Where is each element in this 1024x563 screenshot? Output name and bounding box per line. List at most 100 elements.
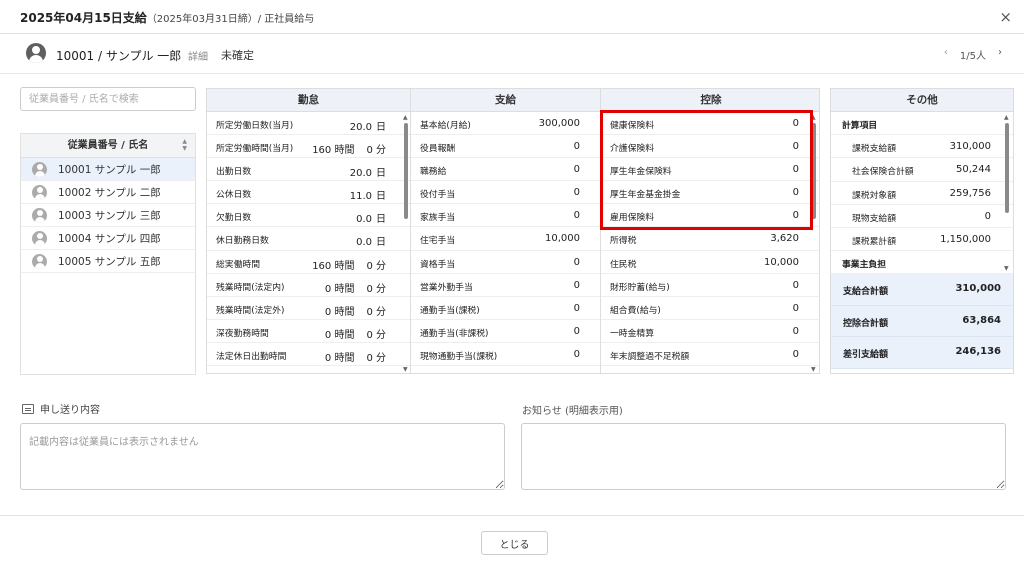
other-value: 50,244	[956, 164, 991, 176]
employee-list-label: 10002 サンプル 二郎	[58, 186, 161, 199]
employee-list-item[interactable]: 10003 サンプル 三郎	[21, 204, 195, 227]
close-button[interactable]: とじる	[481, 531, 548, 555]
sort-icon[interactable]: ▲ ▼	[182, 138, 187, 152]
deduction-row: 住民税 10,000	[601, 251, 819, 274]
deduction-row: 社宅費 0	[601, 366, 819, 373]
employee-list: 従業員番号 / 氏名 ▲ ▼ 10001 サンプル 一郎 10002 サンプル 二郎 1…	[20, 133, 196, 375]
payment-label: 役員報酬	[420, 144, 456, 155]
attendance-value-main: 11.0	[349, 191, 372, 203]
attendance-label: 公休日数	[216, 190, 252, 201]
scroll-down-icon[interactable]: ▼	[403, 366, 408, 373]
attendance-value-main: 160 時間	[312, 145, 355, 157]
attendance-value: 0 時間 0 分	[325, 326, 386, 341]
attendance-label: 所定労働時間(当月)	[216, 144, 294, 155]
payment-row: 現物通勤手当(非課税) 0	[411, 366, 600, 373]
avatar-icon	[32, 230, 47, 246]
payment-value: 300,000	[538, 118, 580, 129]
payment-value: 0	[574, 372, 580, 373]
payment-row: 役付手当 0	[411, 181, 600, 205]
deduction-row: 厚生年金保険料 0	[601, 158, 819, 182]
attendance-label: 休日勤務日数	[216, 236, 269, 247]
close-icon[interactable]: ×	[999, 8, 1012, 26]
deduction-value: 10,000	[764, 256, 799, 268]
other-row: 計算項目	[831, 112, 1013, 136]
deduction-value: 0	[792, 302, 799, 314]
attendance-scrollbar[interactable]	[404, 123, 408, 219]
deduction-label: 厚生年金基金掛金	[610, 190, 681, 201]
scroll-up-icon[interactable]: ▲	[811, 114, 816, 121]
attendance-row: 公休日数 11.0 日	[207, 181, 410, 205]
attendance-value-main: 160 時間	[312, 260, 355, 272]
attendance-value: 160 時間 0 分	[312, 257, 386, 272]
avatar-icon	[32, 161, 47, 177]
payment-label: 通勤手当(非課税)	[420, 328, 489, 339]
attendance-value-unit: 日	[376, 214, 386, 226]
chevron-right-icon[interactable]: ›	[998, 47, 1002, 62]
payment-label: 資格手当	[420, 259, 456, 270]
attendance-value: 0 時間 0 分	[325, 349, 386, 364]
payment-row: 資格手当 0	[411, 251, 600, 274]
notice-textarea[interactable]	[521, 423, 1006, 490]
memo-textarea[interactable]	[20, 423, 505, 490]
employee-list-item[interactable]: 10001 サンプル 一郎	[21, 158, 195, 181]
payment-label: 職務給	[420, 167, 447, 178]
payment-row: 役員報酬 0	[411, 135, 600, 159]
attendance-value-main: 0.0	[356, 237, 372, 249]
attendance-value: 0 時間 0 分	[325, 303, 386, 318]
deduction-label: 介護保険料	[610, 144, 654, 155]
other-label: 現物支給額	[852, 213, 896, 224]
detail-link[interactable]: 詳細	[188, 48, 208, 63]
other-column: その他 計算項目 課税支給額 310,000 社会保険合計額 50,244 課税対象額 25…	[830, 88, 1014, 374]
deduction-label: 組合費(給与)	[610, 305, 661, 316]
attendance-value-main: 20.0	[349, 122, 372, 133]
payment-label: 営業外勤手当	[420, 282, 473, 293]
payment-value: 0	[573, 325, 580, 337]
employee-list-item[interactable]: 10005 サンプル 五郎	[21, 250, 195, 273]
deduction-row: 介護保険料 0	[601, 135, 819, 159]
search-input[interactable]	[20, 87, 196, 111]
chevron-left-icon[interactable]: ‹	[944, 47, 948, 62]
attendance-row: 総実働時間 160 時間 0 分	[207, 251, 410, 274]
attendance-label: 遅刻時間	[216, 372, 251, 373]
attendance-value-unit: 0 分	[366, 329, 386, 341]
attendance-row: 休日勤務日数 0.0 日	[207, 227, 410, 251]
deduction-value: 0	[792, 279, 799, 291]
attendance-value-main: 0 時間	[324, 352, 355, 364]
other-label: 課税支給額	[852, 144, 896, 155]
deduction-label: 年末調整過不足税額	[610, 351, 690, 362]
memo-label: 申し送り内容	[22, 401, 100, 416]
deduction-label: 社宅費	[610, 372, 636, 373]
other-label: 課税対象額	[852, 190, 896, 201]
deduction-scrollbar[interactable]	[812, 123, 816, 219]
attendance-value: 0 時間 0 分	[325, 280, 386, 295]
avatar-icon	[32, 184, 47, 200]
attendance-label: 出勤日数	[216, 167, 252, 178]
other-value: 259,756	[949, 187, 991, 199]
deduction-row: 財形貯蓄(給与) 0	[601, 274, 819, 297]
scroll-up-icon[interactable]: ▲	[403, 114, 408, 121]
other-scrollbar[interactable]	[1005, 123, 1009, 213]
dialog-header: 2025年04月15日支給（2025年03月31日締）/ 正社員給与 ×	[0, 0, 1024, 34]
employee-list-item[interactable]: 10002 サンプル 二郎	[21, 181, 195, 204]
deduction-value: 0	[792, 118, 799, 129]
payment-value: 10,000	[545, 233, 580, 245]
other-label: 計算項目	[842, 121, 878, 131]
payment-row: 通勤手当(課税) 0	[411, 297, 600, 320]
avatar-icon	[32, 207, 47, 223]
comment-icon	[22, 403, 34, 414]
scroll-down-icon[interactable]: ▼	[811, 366, 816, 373]
deduction-column: 控除 健康保険料 0 介護保険料 0 厚生年金保険料 0 厚生年金基金掛金 0 雇用保険料 0 所得…	[601, 89, 819, 373]
payment-label: 現物通勤手当(非課税)	[420, 372, 506, 373]
scroll-up-icon[interactable]: ▲	[1004, 114, 1009, 121]
employee-name: 10001 / サンプル 一郎	[56, 49, 182, 63]
scroll-down-icon[interactable]: ▼	[1004, 265, 1009, 272]
employee-list-item[interactable]: 10004 サンプル 四郎	[21, 227, 195, 250]
attendance-value-unit: 0 分	[366, 352, 386, 364]
payment-row: 基本給(月給) 300,000	[411, 112, 600, 136]
total-row: 差引支給額 246,136	[831, 337, 1013, 369]
pager: ‹ 1/5人 ›	[944, 47, 1002, 62]
deduction-label: 雇用保険料	[610, 213, 654, 224]
attendance-row: 欠勤日数 0.0 日	[207, 204, 410, 228]
dialog-footer: とじる	[0, 515, 1024, 563]
employee-list-header[interactable]: 従業員番号 / 氏名 ▲ ▼	[21, 134, 195, 158]
